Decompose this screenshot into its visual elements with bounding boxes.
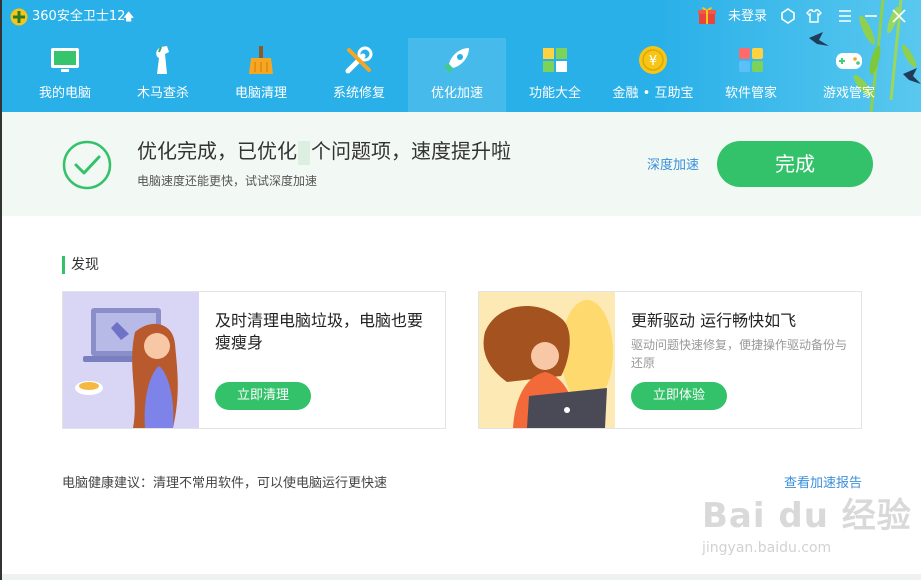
nav-label: 我的电脑 xyxy=(38,86,91,101)
shield-logo-icon xyxy=(10,8,28,26)
nav-label: 系统修复 xyxy=(332,86,385,101)
discover-section-title: 发现 xyxy=(62,256,99,274)
nav-item-all-features[interactable]: 功能大全 xyxy=(506,38,604,112)
nav-item-cleanup[interactable]: 电脑清理 xyxy=(212,38,310,112)
nav-label: 游戏管家 xyxy=(822,86,875,101)
optimized-count-placeholder xyxy=(298,140,310,165)
bottom-edge xyxy=(2,574,921,580)
main-nav: 我的电脑 木马查杀 电脑清理 系统修复 优化加速 功能大全 ¥ 金融 • 互助宝… xyxy=(2,38,921,112)
watermark-brand: Bai du 经验 xyxy=(702,496,912,536)
headline-part-2: 个问题项，速度提升啦 xyxy=(311,139,511,163)
status-subline: 电脑速度还能更快，试试深度加速 xyxy=(137,174,318,188)
health-advice: 电脑健康建议：清理不常用软件，可以使电脑运行更快速 xyxy=(62,476,388,491)
nav-item-trojan-scan[interactable]: 木马查杀 xyxy=(114,38,212,112)
view-boost-report-link[interactable]: 查看加速报告 xyxy=(784,476,862,492)
gift-icon[interactable] xyxy=(696,4,718,26)
discover-card-cleanup[interactable]: 及时清理电脑垃圾，电脑也要瘦瘦身 立即清理 xyxy=(62,291,446,429)
clean-now-button[interactable]: 立即清理 xyxy=(215,382,311,410)
nav-label: 功能大全 xyxy=(528,86,581,101)
trojan-horse-icon xyxy=(156,46,169,74)
nav-label: 软件管家 xyxy=(724,86,777,101)
app-title: 360安全卫士12 xyxy=(32,9,126,24)
check-circle-icon xyxy=(62,140,112,190)
headline-part-1: 优化完成，已优化 xyxy=(137,139,297,163)
rocket-icon xyxy=(444,48,469,73)
nav-item-finance[interactable]: ¥ 金融 • 互助宝 xyxy=(604,38,702,112)
nav-item-software-manager[interactable]: 软件管家 xyxy=(702,38,800,112)
discover-card-driver[interactable]: 更新驱动 运行畅快如飞 驱动问题快速修复，便捷操作驱动备份与还原 立即体验 xyxy=(478,291,862,429)
upgrade-arrow-icon[interactable]: 🡅 xyxy=(123,8,134,26)
card-title: 及时清理电脑垃圾，电脑也要瘦瘦身 xyxy=(215,311,424,352)
try-now-button[interactable]: 立即体验 xyxy=(631,382,727,410)
monitor-icon xyxy=(51,48,79,72)
nav-label: 电脑清理 xyxy=(234,86,287,101)
card-description: 驱动问题快速修复，便捷操作驱动备份与还原 xyxy=(631,338,848,370)
apps-icon xyxy=(739,48,763,72)
titlebar: 360安全卫士12 🡅 未登录 xyxy=(2,0,921,34)
deep-boost-link[interactable]: 深度加速 xyxy=(647,158,699,174)
driver-illustration xyxy=(479,292,615,428)
status-headline: 优化完成，已优化 个问题项，速度提升啦 xyxy=(137,138,511,165)
minimize-icon[interactable] xyxy=(862,7,880,25)
nav-label: 金融 • 互助宝 xyxy=(612,86,694,101)
grid-icon xyxy=(543,48,567,72)
nav-label: 优化加速 xyxy=(430,86,483,101)
nav-item-game-manager[interactable]: 游戏管家 xyxy=(800,38,898,112)
nav-item-my-computer[interactable]: 我的电脑 xyxy=(16,38,114,112)
login-label[interactable]: 未登录 xyxy=(728,8,767,26)
skin-icon[interactable] xyxy=(779,7,797,25)
wrench-icon xyxy=(345,46,373,74)
menu-icon[interactable] xyxy=(836,7,854,25)
watermark-url: jingyan.baidu.com xyxy=(702,540,832,556)
close-icon[interactable] xyxy=(890,7,908,25)
done-button[interactable]: 完成 xyxy=(717,141,873,187)
coin-icon: ¥ xyxy=(639,46,667,74)
card-title: 更新驱动 运行畅快如飞 xyxy=(631,311,797,330)
gamepad-icon xyxy=(836,53,862,69)
nav-item-system-repair[interactable]: 系统修复 xyxy=(310,38,408,112)
svg-text:¥: ¥ xyxy=(649,54,657,69)
status-banner: 优化完成，已优化 个问题项，速度提升啦 电脑速度还能更快，试试深度加速 深度加速 … xyxy=(2,112,921,216)
header: 360安全卫士12 🡅 未登录 我的电脑 木马查杀 电脑清理 系统修复 优化加速… xyxy=(2,0,921,112)
nav-item-optimize[interactable]: 优化加速 xyxy=(408,38,506,112)
app-window: 360安全卫士12 🡅 未登录 我的电脑 木马查杀 电脑清理 系统修复 优化加速… xyxy=(2,0,921,580)
broom-icon xyxy=(249,46,273,74)
nav-label: 木马查杀 xyxy=(136,86,189,101)
cleanup-illustration xyxy=(63,292,199,428)
shirt-icon[interactable] xyxy=(805,7,823,25)
